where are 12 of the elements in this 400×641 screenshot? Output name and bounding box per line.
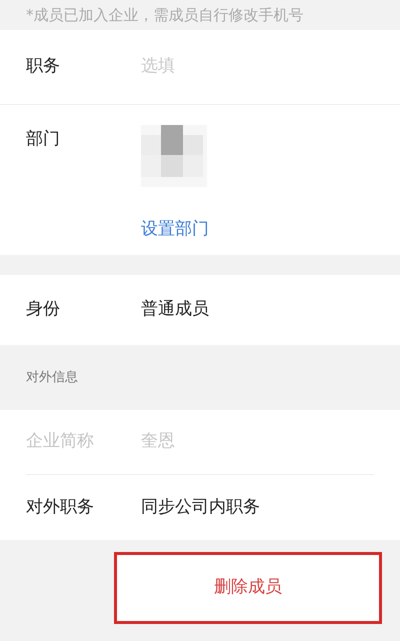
section-header: 对外信息 — [26, 368, 78, 387]
field-label: 职务 — [26, 55, 61, 78]
notice-text: *成员已加入企业，需成员自行修改手机号 — [26, 4, 304, 26]
field-value: 普通成员 — [141, 298, 209, 322]
field-label: 企业简称 — [26, 430, 95, 454]
set-department-link[interactable]: 设置部门 — [141, 217, 209, 242]
field-label: 对外职务 — [26, 496, 95, 519]
field-label: 部门 — [26, 128, 61, 151]
field-value: 同步公司内职务 — [141, 496, 260, 519]
field-value: 奎恩 — [141, 430, 175, 454]
delete-member-button[interactable]: 删除成员 — [114, 552, 382, 624]
field-label: 身份 — [26, 298, 61, 322]
